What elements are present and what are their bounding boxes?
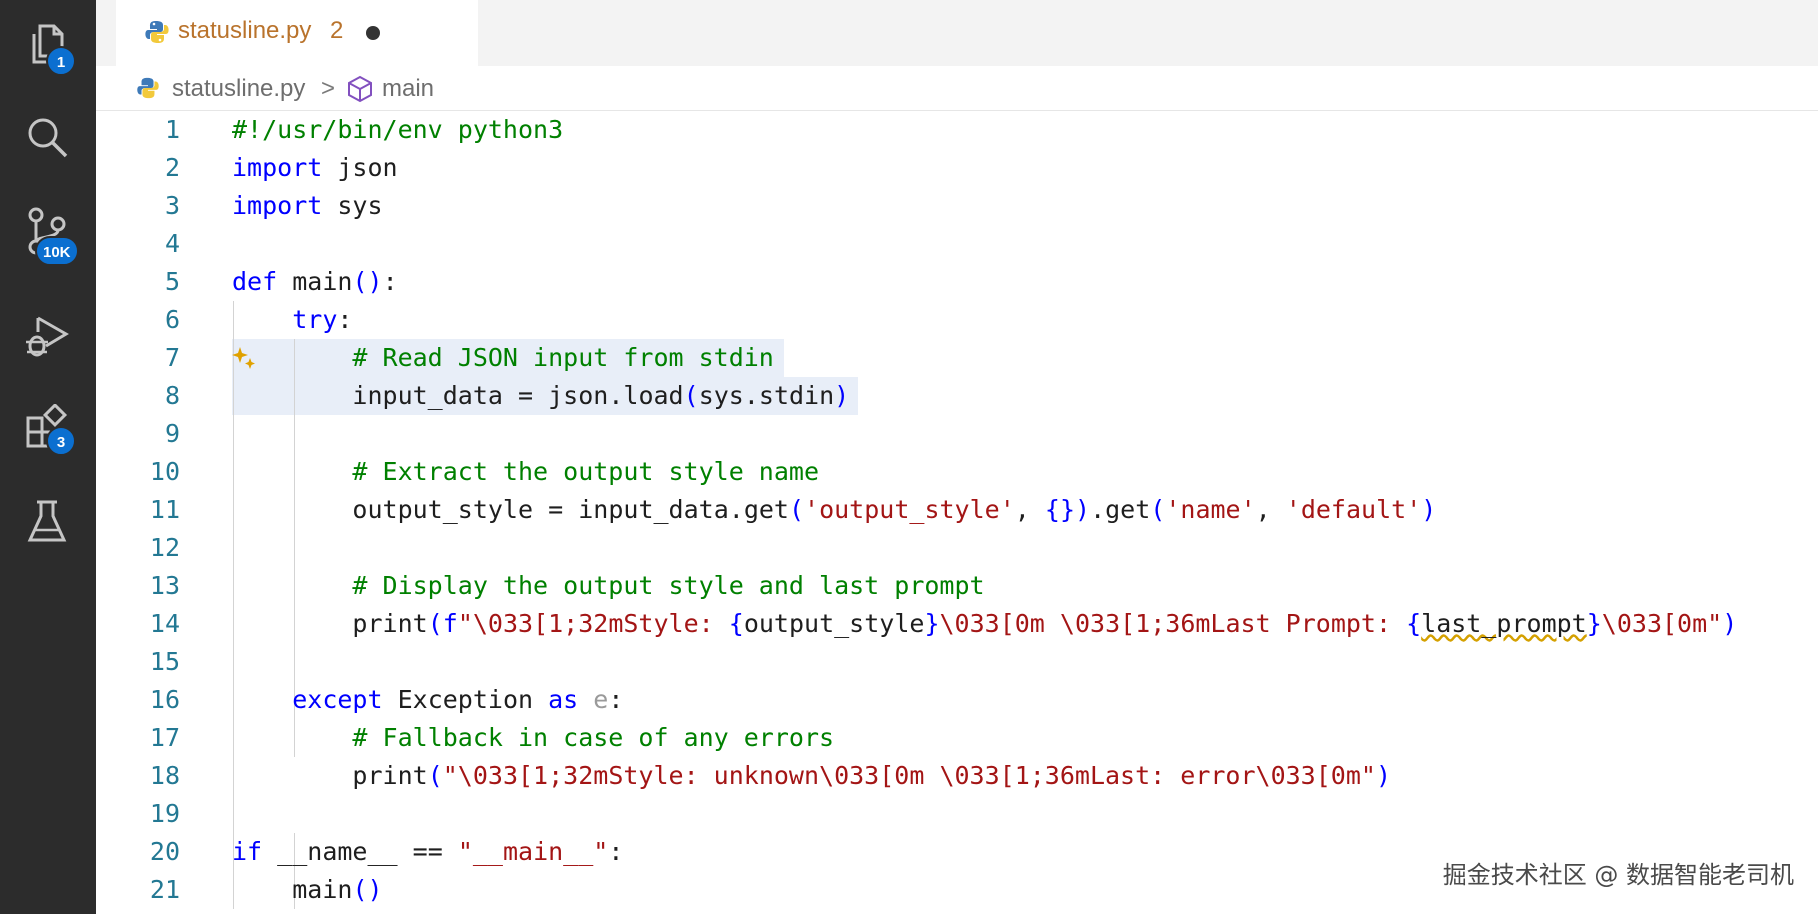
code-line[interactable]: 4 [96,225,1818,263]
code-text[interactable]: main() [232,871,382,909]
code-text[interactable]: import sys [232,187,383,225]
line-number: 6 [164,305,180,334]
code-line[interactable]: 9 [96,415,1818,453]
tab-bar: statusline.py 2 [96,0,1818,66]
line-number: 4 [164,229,180,258]
unsaved-dot-icon[interactable] [366,26,380,40]
line-number: 5 [164,267,180,296]
search-button[interactable] [0,96,96,176]
code-line[interactable]: 3 import sys [96,187,1818,225]
extensions-button[interactable]: 3 [0,386,96,466]
code-line[interactable]: 19 [96,795,1818,833]
method-cube-icon [348,75,372,103]
line-number: 21 [149,875,180,904]
line-number: 18 [149,761,180,790]
chevron-right-icon: > [321,75,336,102]
line-number: 7 [164,343,180,372]
extensions-badge: 3 [46,426,76,456]
line-number: 8 [164,381,180,410]
code-line[interactable]: 10 # Extract the output style name [96,453,1818,491]
breadcrumb-file[interactable]: statusline.py [172,75,305,103]
code-line[interactable]: 5 def main(): [96,263,1818,301]
code-text[interactable]: #!/usr/bin/env python3 [232,111,563,149]
breadcrumb-symbol[interactable]: main [382,75,434,103]
line-number: 14 [149,609,180,638]
problem-count: 2 [330,17,344,44]
code-line[interactable]: 12 [96,529,1818,567]
code-line[interactable]: 16 except Exception as e: [96,681,1818,719]
search-icon [28,118,68,158]
line-number: 17 [149,723,180,752]
line-number: 10 [149,457,180,486]
sparkle-icon[interactable] [232,344,260,372]
explorer-button[interactable]: 1 [0,4,96,84]
python-icon [145,21,169,43]
explorer-badge: 1 [46,46,76,76]
code-editor[interactable]: 1 #!/usr/bin/env python3 2 import json 3 impo… [96,111,1818,914]
code-text[interactable]: input_data = json.load(sys.stdin) [232,377,849,415]
code-text[interactable]: # Read JSON input from stdin [232,339,773,377]
run-debug-button[interactable] [0,294,96,374]
code-line[interactable]: 17 # Fallback in case of any errors [96,719,1818,757]
code-text[interactable]: # Display the output style and last prom… [232,567,984,605]
line-number: 16 [149,685,180,714]
code-line[interactable]: 18 print("\033[1;32mStyle: unknown\033[0… [96,757,1818,795]
breadcrumb: statusline.py > main [96,66,1818,111]
watermark: 掘金技术社区 @ 数据智能老司机 [1442,861,1794,889]
line-number: 9 [164,419,180,448]
code-text[interactable]: import json [232,149,398,187]
source-control-badge: 10K [35,236,79,266]
code-text[interactable]: # Extract the output style name [232,453,819,491]
line-number: 2 [164,153,180,182]
line-number: 3 [164,191,180,220]
code-text[interactable]: except Exception as e: [232,681,623,719]
code-text[interactable]: output_style = input_data.get('output_st… [232,491,1436,529]
source-control-button[interactable]: 10K [0,188,96,268]
line-number: 15 [149,647,180,676]
line-number: 19 [149,799,180,828]
python-icon [137,77,159,99]
code-line[interactable]: 15 [96,643,1818,681]
code-line[interactable]: 13 # Display the output style and last p… [96,567,1818,605]
code-text[interactable]: print("\033[1;32mStyle: unknown\033[0m \… [232,757,1391,795]
line-number: 13 [149,571,180,600]
code-text[interactable]: try: [232,301,352,339]
code-text[interactable]: def main(): [232,263,398,301]
line-number: 20 [149,837,180,866]
activity-bar: 1 10K 3 [0,0,96,914]
testing-button[interactable] [0,480,96,560]
run-debug-icon [26,316,69,357]
code-line[interactable]: 8 input_data = json.load(sys.stdin) [96,377,1818,415]
code-line[interactable]: 11 output_style = input_data.get('output… [96,491,1818,529]
code-text[interactable]: # Fallback in case of any errors [232,719,834,757]
code-line[interactable]: 6 try: [96,301,1818,339]
code-text[interactable]: if __name__ == "__main__": [232,833,623,871]
line-number: 11 [149,495,180,524]
tab-statusline[interactable]: statusline.py 2 [116,0,478,66]
tab-title: statusline.py [178,17,312,44]
code-line[interactable]: 14 print(f"\033[1;32mStyle: {output_styl… [96,605,1818,643]
code-line[interactable]: 2 import json [96,149,1818,187]
code-text[interactable]: print(f"\033[1;32mStyle: {output_style}\… [232,605,1737,643]
line-number: 1 [164,115,180,144]
code-line[interactable]: 7 # Read JSON input from stdin [96,339,1818,377]
beaker-icon [27,500,67,542]
line-number: 12 [149,533,180,562]
code-line[interactable]: 1 #!/usr/bin/env python3 [96,111,1818,149]
